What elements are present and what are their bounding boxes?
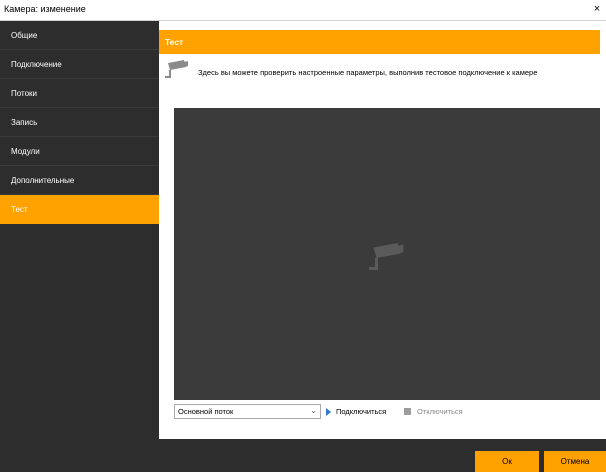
info-text: Здесь вы можете проверить настроенные па… [198,68,538,77]
stream-controls: Основной поток ⌄ Подключиться Отключитьс… [159,402,606,422]
disconnect-label: Отключиться [417,407,463,416]
right-edge [600,21,606,439]
sidebar-item-connection[interactable]: Подключение [0,50,159,79]
sidebar-item-streams[interactable]: Потоки [0,79,159,108]
section-header: Тест [159,30,606,54]
content-panel: Тест Здесь вы можете проверить настроенн… [159,21,606,439]
footer: Ок Отмена [0,439,606,472]
video-preview [174,108,601,400]
window-title: Камера: изменение [4,4,86,14]
sidebar-item-additional[interactable]: Дополнительные [0,166,159,195]
title-bar: Камера: изменение × [0,0,606,21]
play-icon [326,407,331,416]
stream-select-value: Основной поток [178,407,234,416]
stop-icon [404,408,411,415]
chevron-down-icon: ⌄ [310,406,317,415]
close-icon[interactable]: × [590,2,604,16]
info-row: Здесь вы можете проверить настроенные па… [159,54,606,94]
sidebar-item-general[interactable]: Общие [0,21,159,50]
disconnect-button[interactable]: Отключиться [404,407,463,416]
sidebar: Общие Подключение Потоки Запись Модули Д… [0,21,159,439]
sidebar-item-test[interactable]: Тест [0,195,159,224]
cancel-button[interactable]: Отмена [544,451,606,472]
sidebar-item-recording[interactable]: Запись [0,108,159,137]
camera-icon [369,241,405,277]
connect-button[interactable]: Подключиться [326,407,386,416]
connect-label: Подключиться [336,407,387,416]
sidebar-item-modules[interactable]: Модули [0,137,159,166]
camera-icon [165,59,189,83]
stream-select[interactable]: Основной поток ⌄ [174,404,321,419]
ok-button[interactable]: Ок [475,451,539,472]
